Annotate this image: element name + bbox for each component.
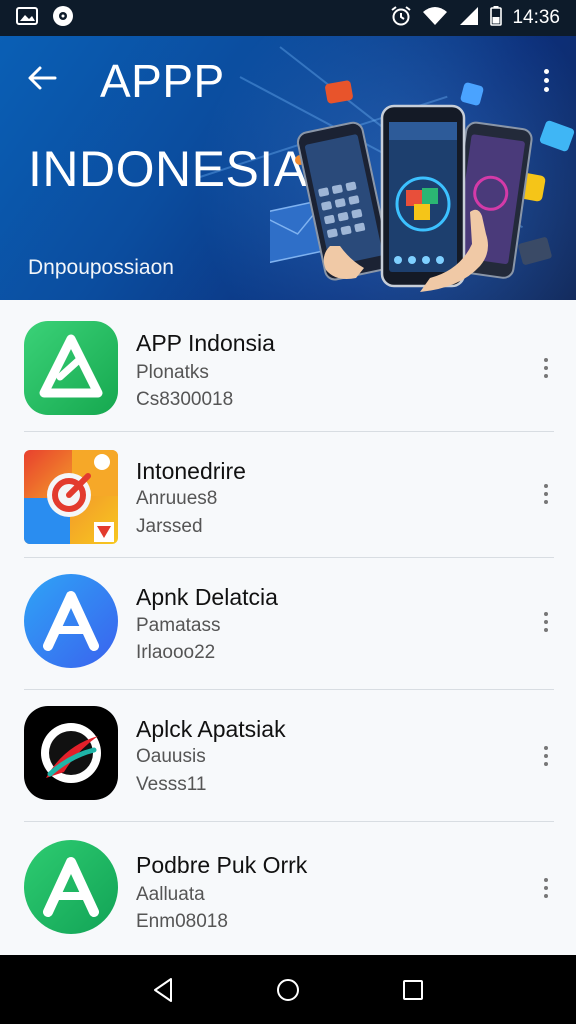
swoosh-circle-icon [24, 706, 118, 800]
status-time: 14:36 [512, 7, 560, 28]
item-more-button[interactable] [536, 604, 556, 640]
item-more-button[interactable] [536, 738, 556, 774]
app-list-item[interactable]: Apnk Delatcia Pamatass Irlaooo22 [0, 558, 576, 690]
page-subtitle: INDONESIA [28, 141, 308, 197]
floating-app-icon [539, 120, 575, 152]
nav-recents-button[interactable] [393, 970, 433, 1010]
home-nav-icon [276, 978, 299, 1001]
gallery-icon [16, 6, 38, 30]
recents-nav-icon [403, 979, 424, 1000]
app-version: Irlaooo22 [136, 642, 216, 663]
item-more-button[interactable] [536, 476, 556, 512]
app-version: Jarssed [136, 516, 203, 537]
target-dial-icon [24, 450, 118, 544]
app-name: APP Indonsia [136, 330, 275, 356]
app-developer: Anruues8 [136, 488, 218, 509]
floating-app-icon [518, 237, 552, 265]
more-vert-icon [544, 612, 548, 616]
back-button[interactable] [24, 60, 60, 96]
app-list: APP Indonsia Plonatks Cs8300018 Intonedr… [0, 300, 576, 955]
nav-home-button[interactable] [268, 970, 308, 1010]
back-nav-icon [153, 977, 172, 1002]
alarm-icon [390, 5, 412, 32]
signal-icon [458, 6, 480, 31]
phone-center [380, 104, 466, 288]
app-version: Cs8300018 [136, 389, 234, 410]
app-list-item[interactable]: Intonedrire Anruues8 Jarssed [0, 432, 576, 564]
item-more-button[interactable] [536, 870, 556, 906]
app-list-item[interactable]: APP Indonsia Plonatks Cs8300018 [0, 300, 576, 432]
more-vert-icon [544, 878, 548, 882]
app-name: Apnk Delatcia [136, 584, 278, 610]
page-title: APPP [100, 55, 225, 107]
app-name: Intonedrire [136, 458, 246, 484]
system-nav-bar [0, 955, 576, 1024]
floating-app-icon [325, 80, 353, 104]
floating-app-icon [460, 82, 484, 106]
app-developer: Pamatass [136, 615, 221, 636]
more-vert-icon [544, 358, 548, 362]
app-screen: 14:36 APPP INDONESIA Dnpoupossiaon APP I… [0, 0, 576, 1024]
letter-a-icon [24, 840, 118, 934]
app-developer: Oauusis [136, 746, 206, 767]
status-bar: 14:36 [0, 0, 576, 36]
triangle-a-icon [24, 321, 118, 415]
wifi-icon [422, 6, 448, 31]
banner-caption: Dnpoupossiaon [28, 256, 174, 279]
phones-illustration [270, 80, 575, 292]
app-name: Aplck Apatsiak [136, 716, 286, 742]
app-version: Enm08018 [136, 911, 228, 932]
item-more-button[interactable] [536, 350, 556, 386]
back-arrow-icon [28, 66, 57, 90]
app-list-item[interactable]: Aplck Apatsiak Oauusis Vesss11 [0, 690, 576, 822]
battery-icon [490, 5, 503, 31]
header-banner: APPP INDONESIA Dnpoupossiaon [0, 36, 576, 300]
app-version: Vesss11 [136, 774, 207, 795]
app-developer: Plonatks [136, 362, 209, 383]
more-vert-icon [544, 746, 548, 750]
app-name: Podbre Puk Orrk [136, 852, 308, 878]
nav-back-button[interactable] [143, 970, 183, 1010]
letter-a-icon [24, 574, 118, 668]
app-list-item[interactable]: Podbre Puk Orrk Aalluata Enm08018 [0, 822, 576, 954]
more-vert-icon [544, 484, 548, 488]
app-developer: Aalluata [136, 884, 205, 905]
media-icon [52, 5, 74, 32]
